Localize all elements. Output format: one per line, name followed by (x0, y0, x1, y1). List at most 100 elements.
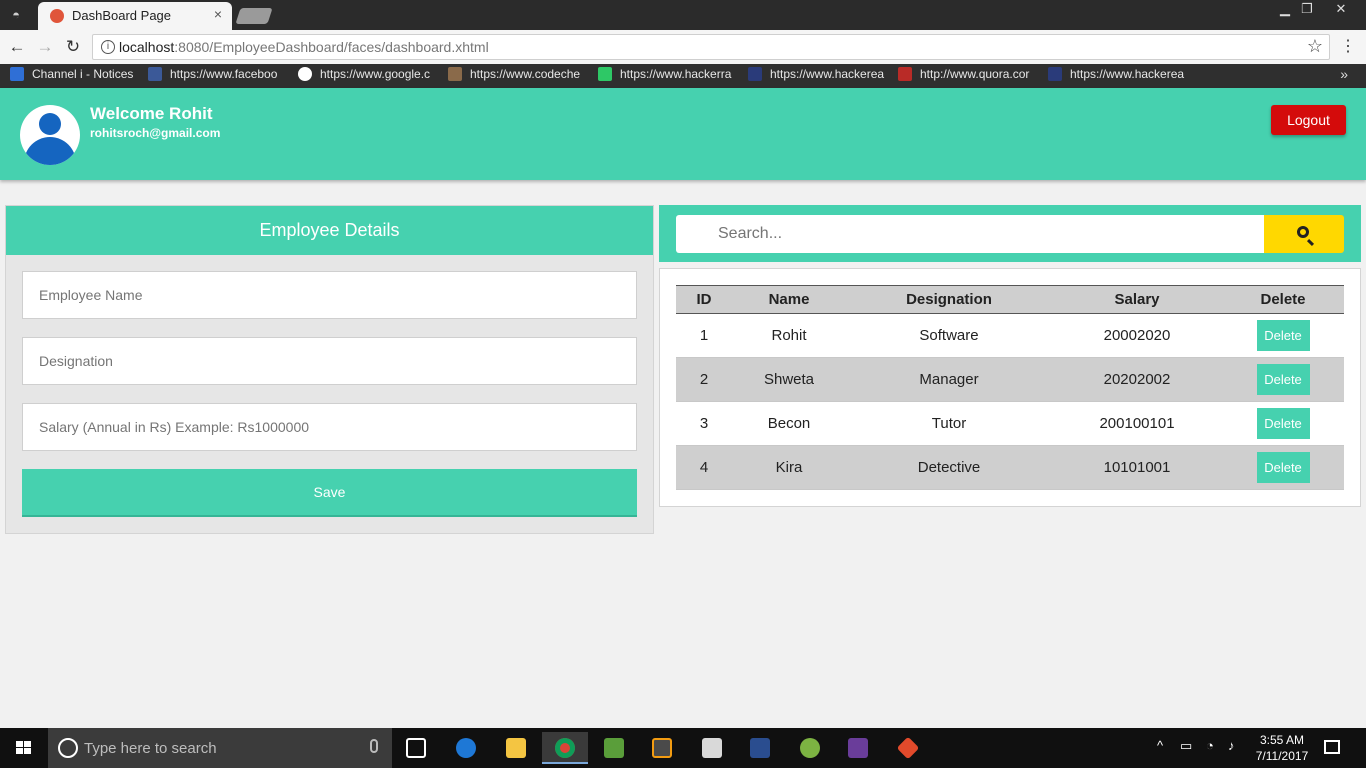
avatar (20, 105, 80, 165)
designation-field[interactable] (22, 337, 637, 385)
user-icon (39, 113, 61, 135)
taskbar-explorer[interactable] (496, 732, 536, 764)
search-button[interactable] (1264, 215, 1344, 253)
google-icon (298, 67, 312, 81)
column-header-salary: Salary (1052, 285, 1222, 314)
bookmark-item[interactable]: https://www.hackerra (598, 67, 736, 85)
microphone-icon[interactable] (370, 739, 378, 753)
hackerearth-icon (1048, 67, 1062, 81)
cell-action: Delete (1222, 313, 1344, 358)
notes-icon (604, 738, 624, 758)
taskbar-clock[interactable]: 3:55 AM 7/11/2017 (1252, 732, 1312, 764)
folder-icon (506, 738, 526, 758)
bookmark-channel-icon (10, 67, 24, 81)
search-icon (1297, 226, 1309, 238)
git-icon (896, 736, 920, 760)
taskbar-sublime[interactable] (642, 732, 682, 764)
employee-form-panel: Employee Details Save (5, 205, 654, 534)
taskbar-app[interactable] (692, 732, 732, 764)
table-row: 2 Shweta Manager 20202002 Delete (676, 357, 1344, 402)
bookmark-item[interactable]: Channel i - Notices (10, 67, 140, 85)
clock-date: 7/11/2017 (1255, 749, 1309, 763)
bookmark-item[interactable]: https://www.hackerea (1048, 67, 1186, 85)
battery-icon[interactable]: ▭ (1180, 738, 1192, 754)
edge-icon (456, 738, 476, 758)
cell-id: 3 (676, 401, 732, 446)
hackerrank-icon (598, 67, 612, 81)
bookmark-star-icon[interactable]: ☆ (1307, 36, 1323, 57)
bookmark-item[interactable]: http://www.quora.cor (898, 67, 1036, 85)
info-icon[interactable]: i (101, 40, 115, 54)
browser-tab[interactable]: DashBoard Page × (38, 2, 232, 30)
employee-table: ID Name Designation Salary Delete 1 Rohi… (676, 285, 1344, 490)
cell-designation: Tutor (846, 401, 1052, 446)
document-icon (702, 738, 722, 758)
user-email: rohitsroch@gmail.com (90, 126, 221, 140)
cell-action: Delete (1222, 401, 1344, 446)
hackerearth-icon (748, 67, 762, 81)
chrome-icon (555, 738, 575, 758)
reload-icon[interactable]: ↻ (62, 36, 84, 58)
url-text: localhost:8080/EmployeeDashboard/faces/d… (119, 39, 489, 55)
back-icon[interactable]: ← (6, 36, 28, 58)
browser-toolbar: ← → ↻ i localhost:8080/EmployeeDashboard… (0, 30, 1366, 64)
new-tab-button[interactable] (235, 8, 273, 24)
taskbar-devcpp[interactable] (740, 732, 780, 764)
cell-salary: 20002020 (1052, 313, 1222, 358)
notification-icon[interactable] (1324, 740, 1340, 754)
delete-button[interactable]: Delete (1256, 408, 1310, 439)
taskbar-app[interactable] (838, 732, 878, 764)
taskbar-app[interactable] (594, 732, 634, 764)
bookmark-item[interactable]: https://www.hackerea (748, 67, 886, 85)
bookmarks-bar: Channel i - Notices https://www.faceboo … (0, 64, 1366, 88)
volume-icon[interactable]: ♪ (1228, 738, 1235, 753)
salary-field[interactable] (22, 403, 637, 451)
taskbar-edge[interactable] (446, 732, 486, 764)
column-header-designation: Designation (846, 285, 1052, 314)
tab-title: DashBoard Page (72, 8, 172, 23)
cell-id: 4 (676, 445, 732, 490)
incognito-icon: ◓ (12, 7, 20, 22)
cortana-icon (58, 738, 78, 758)
taskbar-android-studio[interactable] (790, 732, 830, 764)
address-bar[interactable]: i localhost:8080/EmployeeDashboard/faces… (92, 34, 1330, 60)
chrome-menu-icon[interactable]: ⋮ (1340, 36, 1356, 56)
cell-designation: Detective (846, 445, 1052, 490)
logout-button[interactable]: Logout (1271, 105, 1346, 135)
taskbar: Type here to search ^ ▭ ◔ ♪ 3:55 AM 7/11… (0, 728, 1366, 768)
forward-icon[interactable]: → (34, 36, 56, 58)
cell-name: Becon (732, 401, 846, 446)
sublime-icon (652, 738, 672, 758)
delete-button[interactable]: Delete (1256, 320, 1310, 351)
task-view-icon (406, 738, 426, 758)
tab-close-icon[interactable]: × (214, 6, 222, 22)
taskbar-search[interactable]: Type here to search (48, 728, 392, 768)
bookmark-item[interactable]: https://www.google.c (298, 67, 436, 85)
delete-button[interactable]: Delete (1256, 364, 1310, 395)
wifi-icon[interactable]: ◔ (1206, 738, 1214, 753)
start-button[interactable] (0, 728, 48, 768)
bookmark-item[interactable]: https://www.codeche (448, 67, 586, 85)
tray-chevron-icon[interactable]: ^ (1157, 738, 1163, 753)
window-close-icon[interactable]: ✕ (1318, 0, 1364, 20)
android-icon (800, 738, 820, 758)
taskbar-git[interactable] (888, 732, 928, 764)
delete-button[interactable]: Delete (1256, 452, 1310, 483)
taskbar-search-text: Type here to search (84, 740, 217, 757)
cell-id: 2 (676, 357, 732, 402)
task-view-button[interactable] (396, 732, 436, 764)
table-header-row: ID Name Designation Salary Delete (676, 285, 1344, 314)
user-icon-body (24, 137, 76, 165)
codechef-icon (448, 67, 462, 81)
taskbar-chrome[interactable] (542, 732, 588, 764)
employee-name-field[interactable] (22, 271, 637, 319)
save-button[interactable]: Save (22, 469, 637, 517)
panel-title: Employee Details (6, 206, 653, 255)
search-input[interactable] (676, 215, 1264, 253)
bookmark-item[interactable]: https://www.faceboo (148, 67, 286, 85)
bookmarks-more-icon[interactable]: » (1340, 66, 1348, 82)
windows-icon (16, 741, 32, 755)
cell-action: Delete (1222, 445, 1344, 490)
game-icon (848, 738, 868, 758)
browser-titlebar: ◓ DashBoard Page × ▁ ❐ ✕ (0, 0, 1366, 30)
